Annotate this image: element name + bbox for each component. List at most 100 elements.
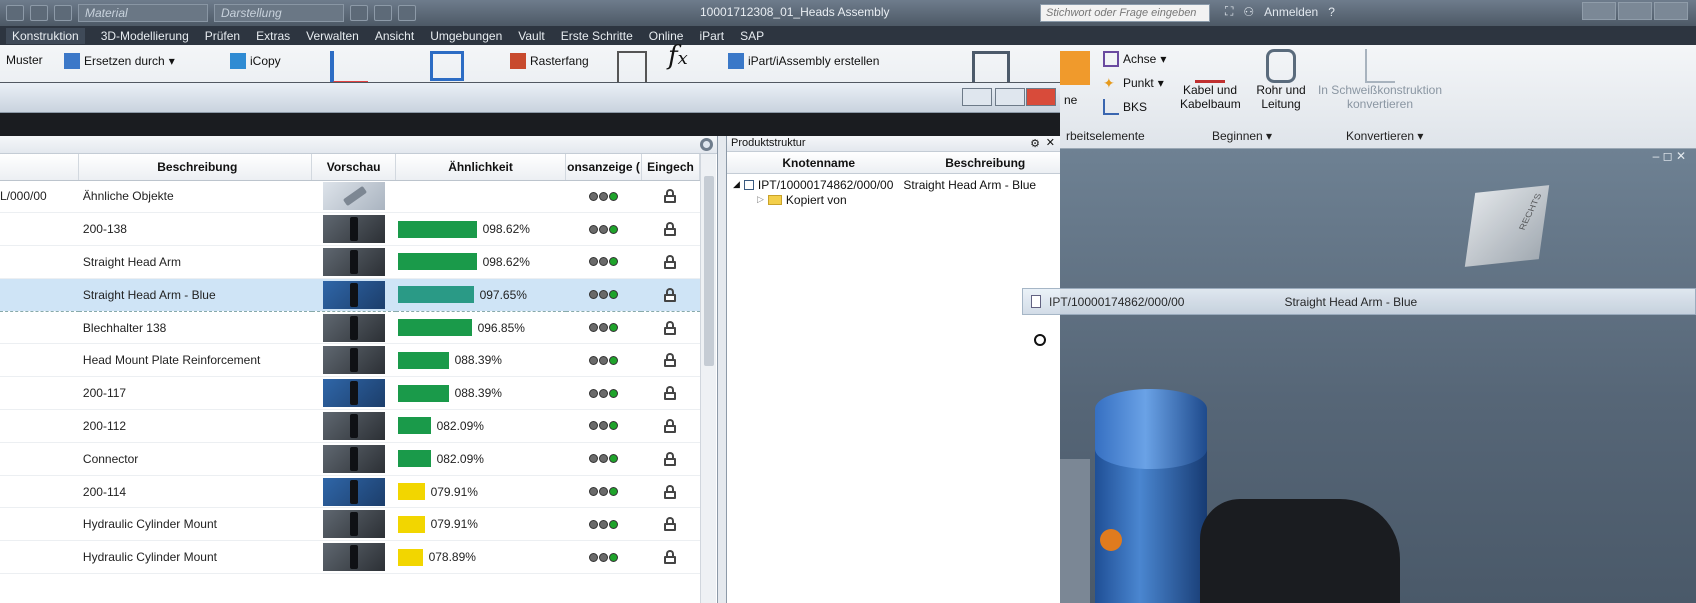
col-aehnlichkeit-header[interactable]: Ähnlichkeit [395,154,566,181]
menu-tab-konstruktion[interactable]: Konstruktion [6,27,85,44]
icopy-button[interactable]: iCopy [230,53,281,69]
menu-tab-extras[interactable]: Extras [256,29,290,43]
bom-icon[interactable] [617,51,647,85]
redo-button[interactable] [30,5,48,21]
viewport-window-controls[interactable]: – ◻ ✕ [1653,149,1686,163]
group-beginnen[interactable]: Beginnen ▾ [1212,129,1272,143]
constraint-icon[interactable] [430,51,464,81]
ersetzen-button[interactable]: Ersetzen durch ▾ [64,53,175,69]
lock-icon [664,386,677,401]
settings-gear-icon[interactable] [700,138,713,151]
preview-thumbnail[interactable] [322,280,385,309]
preview-thumbnail[interactable] [322,182,385,211]
preview-thumbnail[interactable] [322,346,385,375]
home-button[interactable] [54,5,72,21]
menu-tab-ipart[interactable]: iPart [699,29,724,43]
display-combo[interactable]: Darstellung [214,4,344,22]
table-row[interactable]: 200-138 098.62% [0,212,700,247]
schweiss-button[interactable]: In Schweißkonstruktion konvertieren [1312,49,1448,111]
menu-tab-prüfen[interactable]: Prüfen [205,29,240,43]
ipart-button[interactable]: iPart/iAssembly erstellen [728,53,879,69]
parameters-fx-icon[interactable]: fx [668,43,688,69]
preview-thumbnail[interactable] [322,543,385,572]
col-beschreibung-header[interactable]: Beschreibung [78,154,313,181]
help-icon[interactable]: ? [1328,5,1335,19]
preview-thumbnail[interactable] [322,313,385,342]
col-id-header[interactable] [0,154,80,181]
menu-tab-umgebungen[interactable]: Umgebungen [430,29,502,43]
menu-tab-vault[interactable]: Vault [518,29,544,43]
menu-tab-ansicht[interactable]: Ansicht [375,29,414,43]
col-knotenname-header[interactable]: Knotenname [727,156,910,170]
table-row[interactable]: 200-117 088.39% [0,376,700,411]
dialog-close-button[interactable] [1026,88,1056,106]
group-konvertieren[interactable]: Konvertieren ▾ [1346,129,1423,143]
close-button[interactable] [1654,2,1688,20]
table-row[interactable]: L/000/00 Ähnliche Objekte [0,180,700,214]
rohr-button[interactable]: Rohr und Leitung [1252,49,1310,111]
panel-splitter[interactable] [718,136,726,603]
dialog-minimize-button[interactable] [962,88,992,106]
preview-thumbnail[interactable] [322,215,385,244]
search-input[interactable]: Stichwort oder Frage eingeben [1040,4,1210,22]
preview-thumbnail[interactable] [322,477,385,506]
achse-button[interactable]: Achse ▾ [1103,51,1166,67]
similarity-percent: 078.89% [428,550,476,565]
table-row[interactable]: Straight Head Arm 098.62% [0,245,700,279]
table-row[interactable]: Head Mount Plate Reinforcement 088.39% [0,343,700,378]
maximize-button[interactable] [1618,2,1652,20]
preview-thumbnail[interactable] [322,444,385,473]
expand-arrow-icon[interactable]: ▷ [757,194,764,205]
color-button[interactable] [350,5,368,21]
table-row[interactable]: Straight Head Arm - Blue 097.65% [0,277,700,312]
viewcube[interactable]: RECHTS [1464,185,1550,267]
weldment-icon [1365,49,1395,83]
grid-scrollbar[interactable] [700,154,716,603]
sketch-icon[interactable] [330,51,368,85]
dialog-maximize-button[interactable] [995,88,1025,106]
preview-thumbnail[interactable] [322,510,385,539]
produkt-gear-icon[interactable]: ⚙ [1030,137,1040,150]
derive-icon[interactable] [972,51,1010,85]
grid-scroll-thumb[interactable] [704,176,714,366]
binoculars-icon[interactable]: ⛶ [1225,4,1233,19]
plus-button[interactable] [398,5,416,21]
group-arbeitselemente: rbeitselemente [1066,129,1145,143]
tree-row-kopiert[interactable]: ▷ Kopiert von [733,192,1060,207]
menu-tab-sap[interactable]: SAP [740,29,764,43]
plane-icon[interactable] [1060,51,1090,85]
preview-thumbnail[interactable] [322,247,385,276]
table-row[interactable]: Hydraulic Cylinder Mount 079.91% [0,507,700,542]
collapse-arrow-icon[interactable]: ◢ [733,179,740,190]
cell-aehnlichkeit: 088.39% [395,376,566,411]
rasterfang-button[interactable]: Rasterfang [510,53,589,69]
login-label[interactable]: Anmelden [1264,5,1318,19]
cell-vorschau [311,409,396,443]
col-produkt-beschreibung-header[interactable]: Beschreibung [910,156,1060,170]
material-combo[interactable]: Material [78,4,208,22]
table-row[interactable]: Connector 082.09% [0,442,700,476]
table-row[interactable]: 200-112 082.09% [0,409,700,443]
preview-thumbnail[interactable] [322,379,385,408]
table-row[interactable]: Blechhalter 138 096.85% [0,311,700,345]
table-row[interactable]: Hydraulic Cylinder Mount 078.89% [0,540,700,575]
col-vorschau-header[interactable]: Vorschau [311,154,397,181]
table-row[interactable]: 200-114 079.91% [0,475,700,509]
menu-tab-3d-modellierung[interactable]: 3D-Modellierung [101,29,189,43]
preview-thumbnail[interactable] [322,411,385,440]
punkt-button[interactable]: ✦ Punkt ▾ [1103,75,1164,91]
3d-viewport[interactable]: – ◻ ✕ RECHTS [1060,149,1696,603]
kabel-button[interactable]: Kabel und Kabelbaum [1180,49,1241,111]
bks-button[interactable]: BKS [1103,99,1147,115]
col-status-header[interactable]: onsanzeige ( [565,154,642,181]
menu-tab-verwalten[interactable]: Verwalten [306,29,359,43]
menu-tab-erste-schritte[interactable]: Erste Schritte [561,29,633,43]
muster-button[interactable]: Muster [6,53,43,67]
produkt-close-icon[interactable]: ✕ [1046,136,1055,149]
minimize-button[interactable] [1582,2,1616,20]
fx-button[interactable] [374,5,392,21]
col-eingecheckt-header[interactable]: Eingech [641,154,701,181]
undo-button[interactable] [6,5,24,21]
tree-row-root[interactable]: ◢ IPT/10000174862/000/00 Straight Head A… [733,177,1060,192]
menu-tab-online[interactable]: Online [649,29,684,43]
